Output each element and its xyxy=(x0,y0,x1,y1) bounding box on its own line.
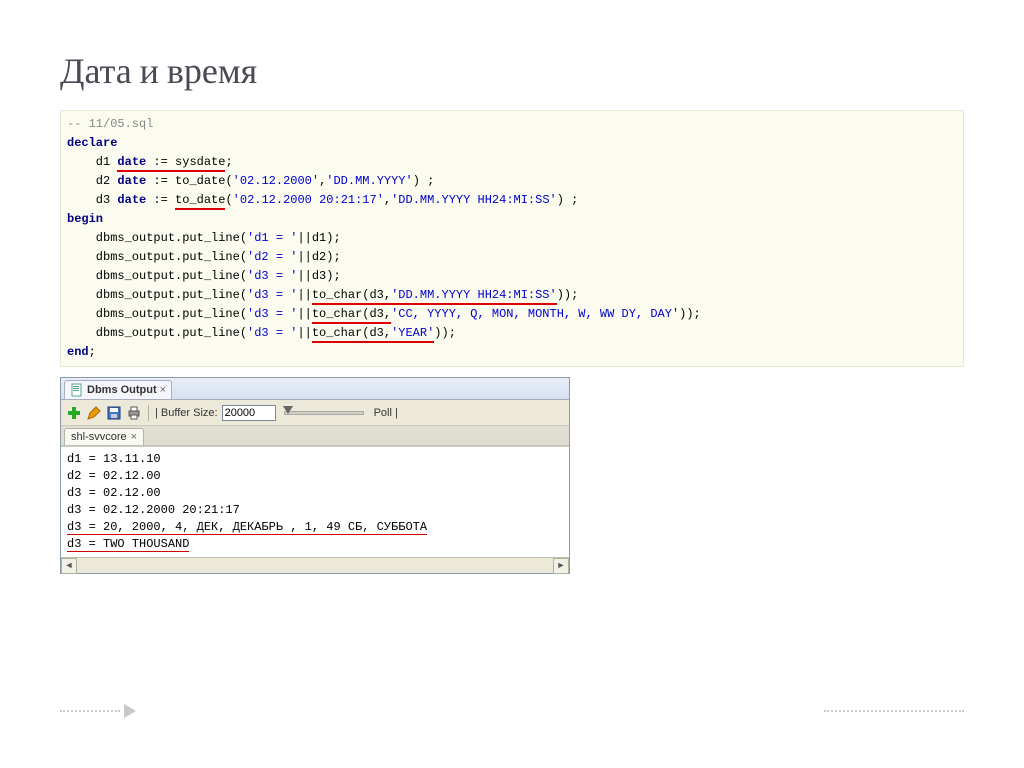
slider-thumb-icon xyxy=(283,406,293,414)
slide-footer xyxy=(60,704,964,718)
poll-label: Poll | xyxy=(374,407,398,419)
output-toolbar: | Buffer Size: Poll | xyxy=(61,400,569,426)
scroll-left-icon[interactable]: ◄ xyxy=(61,558,77,574)
add-button[interactable] xyxy=(66,405,82,421)
output-line: d3 = 02.12.2000 20:21:17 xyxy=(67,503,240,517)
output-line: d3 = TWO THOUSAND xyxy=(67,537,189,552)
horizontal-scrollbar[interactable]: ◄ ► xyxy=(61,557,569,573)
document-icon xyxy=(70,383,84,397)
kw-begin: begin xyxy=(67,212,103,226)
close-icon[interactable]: × xyxy=(131,431,137,443)
output-line: d3 = 20, 2000, 4, ДЕК, ДЕКАБРЬ , 1, 49 С… xyxy=(67,520,427,535)
dbms-output-panel: Dbms Output × | Buffer Size: Poll | shl-… xyxy=(60,377,570,574)
connection-tabbar: shl-svvcore × xyxy=(61,426,569,446)
scroll-right-icon[interactable]: ► xyxy=(553,558,569,574)
slide-title: Дата и время xyxy=(60,50,964,92)
tab-dbms-output[interactable]: Dbms Output × xyxy=(64,380,172,399)
close-icon[interactable]: × xyxy=(160,384,166,396)
save-button[interactable] xyxy=(106,405,122,421)
panel-tabbar: Dbms Output × xyxy=(61,378,569,400)
connection-tab-label: shl-svvcore xyxy=(71,431,127,443)
output-line: d1 = 13.11.10 xyxy=(67,452,161,466)
print-button[interactable] xyxy=(126,405,142,421)
edit-button[interactable] xyxy=(86,405,102,421)
output-line: d2 = 02.12.00 xyxy=(67,469,161,483)
footer-dots-right xyxy=(824,710,964,712)
output-line: d3 = 02.12.00 xyxy=(67,486,161,500)
tab-connection[interactable]: shl-svvcore × xyxy=(64,428,144,445)
tab-label: Dbms Output xyxy=(87,384,157,396)
buffer-size-label: | Buffer Size: xyxy=(155,407,218,419)
buffer-size-input[interactable] xyxy=(222,405,276,421)
code-comment: -- 11/05.sql xyxy=(67,117,153,131)
slide-marker-icon xyxy=(124,704,136,718)
kw-declare: declare xyxy=(67,136,117,150)
kw-end: end xyxy=(67,345,89,359)
poll-slider[interactable] xyxy=(284,411,364,415)
sql-code-block: -- 11/05.sql declare d1 date := sysdate;… xyxy=(60,110,964,367)
output-text-area[interactable]: d1 = 13.11.10 d2 = 02.12.00 d3 = 02.12.0… xyxy=(61,446,569,557)
footer-dots-left xyxy=(60,710,120,712)
toolbar-divider xyxy=(148,405,149,421)
